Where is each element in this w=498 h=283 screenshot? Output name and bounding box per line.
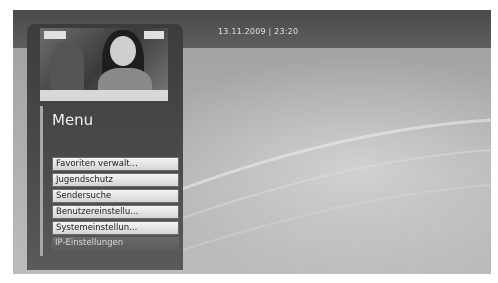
tv-frame: 13.11.2009 | 23:20 Menu Favoriten verwal… — [0, 0, 498, 283]
menu-item-benutzereinstellungen[interactable]: Benutzereinstellu... — [52, 205, 179, 219]
channel-logo — [144, 31, 164, 39]
menu-accent-line — [40, 106, 43, 256]
menu-item-systemeinstellungen[interactable]: Systemeinstellun... — [52, 221, 179, 235]
screen: 13.11.2009 | 23:20 Menu Favoriten verwal… — [13, 10, 491, 274]
menu-title: Menu — [52, 111, 94, 129]
menu-item-jugendschutz[interactable]: Jugendschutz — [52, 173, 179, 187]
news-ticker — [40, 90, 168, 101]
channel-logo — [44, 31, 66, 39]
menu-item-sendersuche[interactable]: Sendersuche — [52, 189, 179, 203]
menu-item-ip-einstellungen[interactable]: IP-Einstellungen — [52, 237, 179, 251]
menu-item-favoriten[interactable]: Favoriten verwalt... — [52, 157, 179, 171]
tv-preview — [40, 28, 168, 101]
